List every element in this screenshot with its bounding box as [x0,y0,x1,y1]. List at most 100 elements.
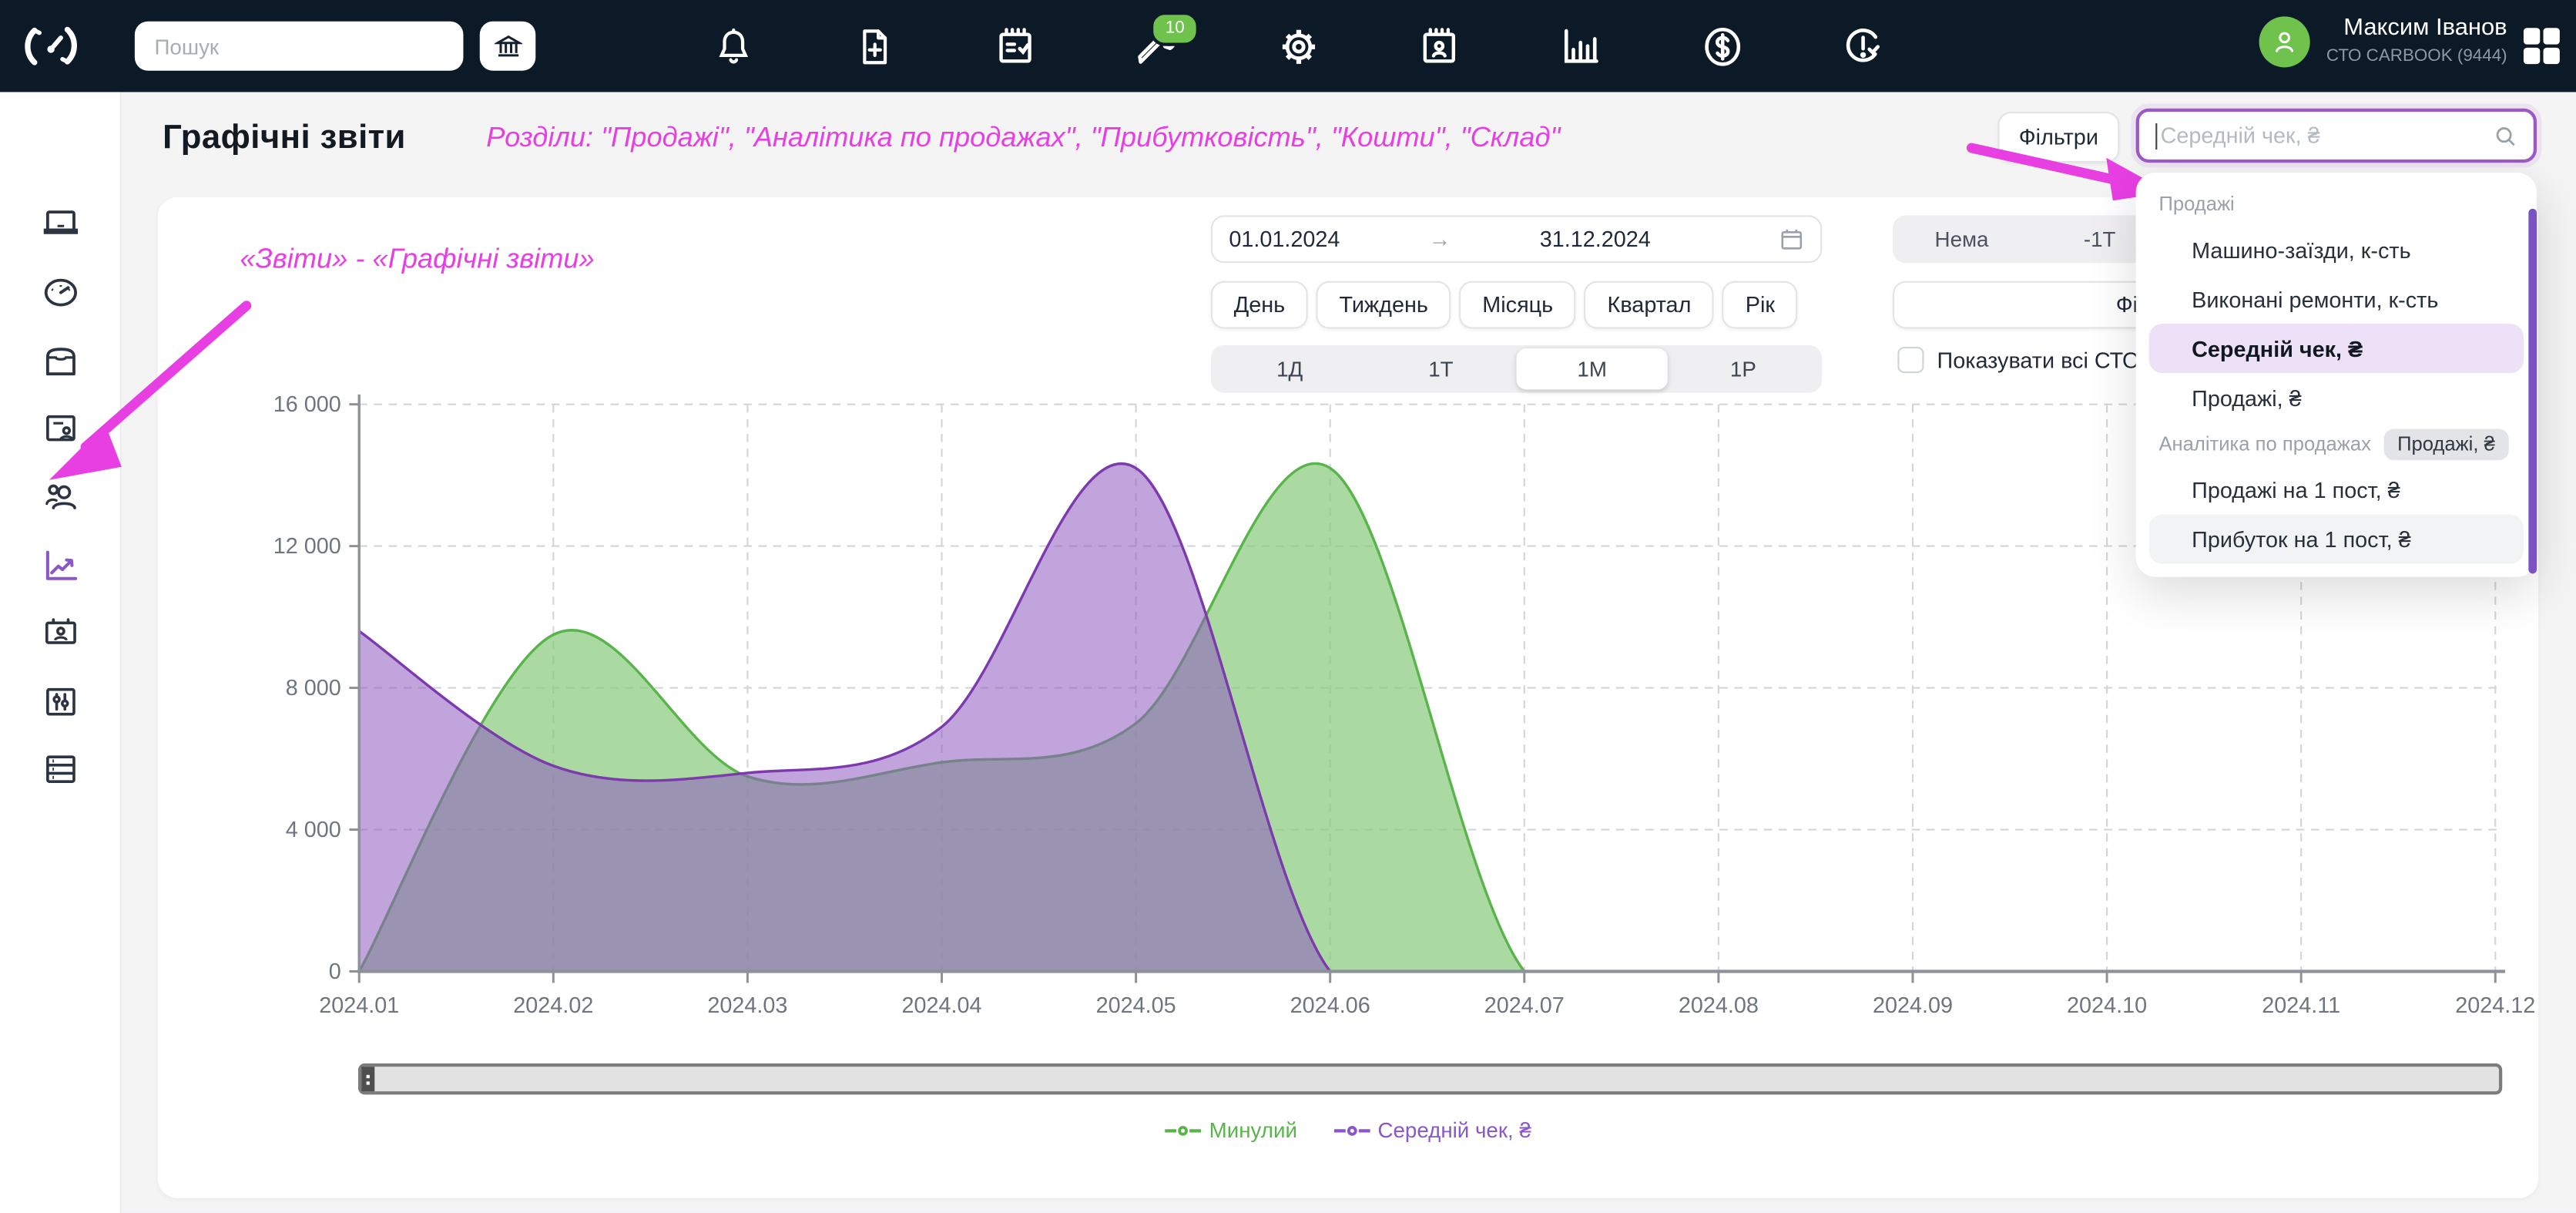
dropdown-group-label: Аналітика по продажахПродажі, ₴ [2136,422,2537,465]
date-from[interactable]: 01.01.2024 [1229,227,1340,251]
calendar-person-icon [1418,25,1461,67]
bell-icon [713,25,753,66]
show-all-sto-checkbox[interactable] [1897,347,1924,373]
dropdown-item[interactable]: Середній чек, ₴ [2149,324,2524,373]
granularity-month[interactable]: Місяць [1459,281,1576,329]
range-left-handle[interactable] [361,1067,374,1091]
gear-icon [1276,24,1320,69]
legend-item-previous[interactable]: Минулий [1165,1117,1297,1142]
granularity-quarter[interactable]: Квартал [1585,281,1715,329]
svg-text:2024.02: 2024.02 [513,993,593,1018]
sidebar-item-workstation[interactable] [41,203,80,243]
svg-text:2024.01: 2024.01 [319,993,399,1018]
bar-chart-icon [1559,25,1602,67]
app-window: 10 Максим Іванов СТО [0,0,2576,1213]
search-input[interactable] [151,32,447,60]
settings-button[interactable] [1275,23,1321,69]
secondary-filters-button[interactable]: Філ [1893,281,2168,329]
dropdown-item[interactable]: Прибуток на 1 пост, ₴ [2149,515,2524,564]
app-logo-icon[interactable] [20,15,82,77]
zoom-preset-segmented: 1Д 1Т 1М 1Р [1211,345,1822,393]
show-all-sto-row: Показувати всі СТО [1897,347,2139,373]
metric-dropdown: ПродажіМашино-заїзди, к-стьВиконані ремо… [2136,173,2537,577]
svg-text:2024.10: 2024.10 [2067,993,2147,1018]
sidebar-item-clients[interactable] [41,477,80,516]
dropdown-item[interactable]: Продажі на 1 пост, ₴ [2149,465,2524,515]
zoom-1d[interactable]: 1Д [1214,348,1365,389]
sidebar-item-integrations[interactable] [41,682,80,721]
dropdown-group-label: Продажі [2136,183,2537,225]
granularity-year[interactable]: Рік [1722,281,1798,329]
global-search[interactable] [135,22,464,71]
svg-text:2024.12: 2024.12 [2455,993,2535,1018]
svg-text:0: 0 [329,959,341,984]
apps-grid-icon[interactable] [2524,28,2560,64]
svg-text:2024.11: 2024.11 [2262,993,2340,1018]
sidebar-item-schedule[interactable] [41,613,80,653]
svg-text:2024.08: 2024.08 [1679,993,1759,1018]
svg-text:4 000: 4 000 [286,818,341,842]
staff-schedule-button[interactable] [1416,23,1462,69]
branch-select-button[interactable] [480,22,536,71]
text-cursor [2155,123,2157,149]
zoom-1m[interactable]: 1М [1517,348,1668,389]
sidebar-item-warehouse[interactable] [41,750,80,789]
tasks-calendar-button[interactable] [992,23,1038,69]
sidebar-item-reports[interactable] [41,546,80,585]
dollar-circle-icon [1699,24,1744,69]
dropdown-group-badge: Продажі, ₴ [2384,428,2508,460]
calendar-check-icon [994,25,1036,67]
svg-text:16 000: 16 000 [273,392,341,417]
zoom-1y[interactable]: 1Р [1668,348,1819,389]
dropdown-item[interactable]: Виконані ремонти, к-сть [2149,274,2524,324]
dropdown-item[interactable]: Продажі, ₴ [2149,373,2524,422]
svg-text:8 000: 8 000 [286,676,341,701]
zoom-1w[interactable]: 1Т [1365,348,1516,389]
legend-item-avg-check[interactable]: Середній чек, ₴ [1333,1117,1531,1142]
annotation-navigation: «Звіти» - «Графічні звіти» [240,244,594,277]
svg-text:2024.05: 2024.05 [1096,993,1176,1018]
metric-select-placeholder: Середній чек, ₴ [2161,123,2494,148]
person-icon [2270,28,2298,55]
annotation-sections: Розділи: "Продажі", "Аналітика по продаж… [486,122,1560,155]
granularity-row: День Тиждень Місяць Квартал Рік [1211,281,1798,329]
legend-marker-icon [1165,1122,1201,1138]
sidebar-item-documents[interactable] [41,409,80,449]
filters-button[interactable]: Фільтри [1997,112,2119,163]
notifications-button[interactable] [709,23,756,69]
date-to[interactable]: 31.12.2024 [1540,227,1779,251]
calendar-icon [1779,227,1804,251]
clock-alert-icon [1842,25,1884,67]
user-menu[interactable]: Максим Іванов СТО CARBOOK (9444) [2259,12,2507,68]
file-plus-icon [854,25,894,66]
metric-select[interactable]: Середній чек, ₴ [2136,109,2537,163]
date-range-input[interactable]: 01.01.2024 → 31.12.2024 [1211,215,1822,263]
granularity-week[interactable]: Тиждень [1317,281,1451,329]
finance-button[interactable] [1699,23,1745,69]
svg-text:2024.06: 2024.06 [1290,993,1370,1018]
svg-text:12 000: 12 000 [273,534,341,559]
search-icon [2494,124,2517,147]
new-document-button[interactable] [851,23,897,69]
review-alerts-button[interactable] [1840,23,1887,69]
svg-text:2024.07: 2024.07 [1484,993,1565,1018]
repairs-button[interactable]: 10 [1134,23,1180,69]
svg-text:2024.09: 2024.09 [1873,993,1953,1018]
dropdown-item[interactable]: Машино-заїзди, к-сть [2149,225,2524,274]
granularity-day[interactable]: День [1211,281,1308,329]
chart-range-scrollbar[interactable] [358,1063,2502,1095]
top-header: 10 Максим Іванов СТО [0,0,2576,92]
header-icon-row: 10 [709,0,1886,92]
svg-text:2024.04: 2024.04 [901,993,981,1018]
sidebar-item-orders[interactable] [41,342,80,381]
sidebar-item-dashboard[interactable] [41,273,80,312]
statistics-button[interactable] [1558,23,1604,69]
dropdown-scrollbar[interactable] [2528,209,2537,573]
compare-segmented: Нема -1Т [1893,215,2168,263]
user-name: Максим Іванов [2326,12,2507,45]
compare-none[interactable]: Нема [1893,227,2031,251]
chart-legend: Минулий Середній чек, ₴ [158,1117,2538,1142]
page-title: Графічні звіти [163,119,406,158]
date-arrow: → [1340,227,1539,251]
svg-text:2024.03: 2024.03 [707,993,787,1018]
